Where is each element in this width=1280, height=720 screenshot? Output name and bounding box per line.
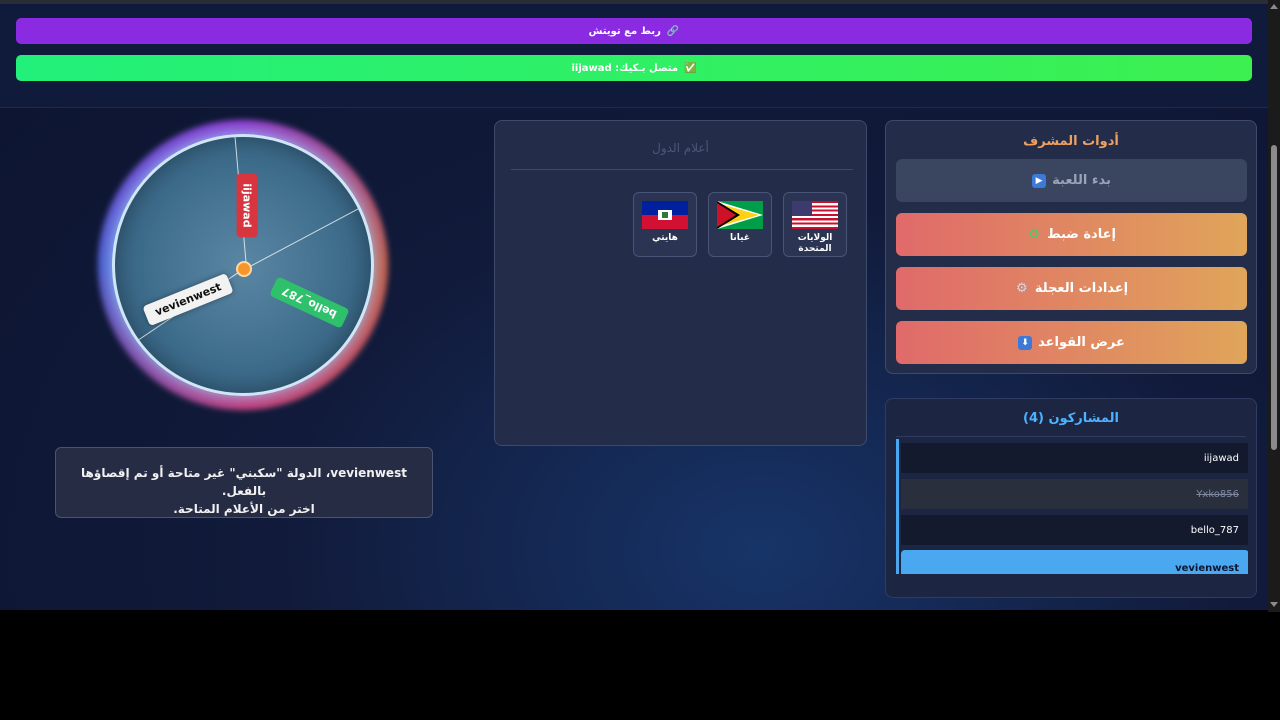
play-icon: ▶ [1032,173,1047,188]
status-message: vevienwest، الدولة "سكبني" غير متاحة أو … [55,447,433,518]
flags-panel: أعلام الدول الولايات المتحدة غيانا هايتي [494,120,867,446]
list-item[interactable]: Yxko856 [901,479,1248,509]
app-window: 🔗 ربط مع تويتش ✅ متصل بـكيك: iijawad iij… [0,0,1268,610]
wheel-settings-label: إعدادات العجلة [1034,281,1129,296]
participants-title: المشاركون (4) [1023,411,1119,426]
twitch-connect-button[interactable]: 🔗 ربط مع تويتش [16,18,1252,44]
wheel-hub [236,261,252,277]
show-rules-label: عرض القواعد [1038,335,1125,350]
wheel-entry: vevienwest [142,272,234,327]
start-game-button[interactable]: بدء اللعبة ▶ [896,159,1247,202]
divider [511,169,853,170]
gear-icon: ⚙ [1016,280,1028,296]
list-item[interactable]: vevienwest [901,550,1248,574]
wheel-entry: iijawad [236,173,258,238]
status-message-line2: اختر من الأعلام المتاحة. [173,502,315,516]
flag-card-guyana[interactable]: غيانا [708,192,772,257]
spin-wheel[interactable]: iijawad bello_787 vevienwest [90,108,400,418]
scrollbar-thumb[interactable] [1271,145,1277,450]
flags-title: أعلام الدول [652,141,709,155]
down-arrow-icon: ⬇ [1018,335,1033,350]
moderator-tools-title: أدوات المشرف [1023,134,1119,149]
check-icon: ✅ [684,62,697,74]
flag-card-usa[interactable]: الولايات المتحدة [783,192,847,257]
haiti-flag-icon [642,201,688,229]
scroll-down-arrow-icon[interactable] [1270,602,1278,607]
flag-name: غيانا [730,233,750,243]
flag-name: الولايات المتحدة [797,233,833,254]
moderator-tools-panel: أدوات المشرف بدء اللعبة ▶ إعادة ضبط ♻ إع… [885,120,1257,374]
recycle-icon: ♻ [1028,226,1040,242]
flag-name: هايتي [652,233,678,243]
participants-list[interactable]: iijawad Yxko856 bello_787 vevienwest [896,439,1248,574]
participants-panel: المشاركون (4) iijawad Yxko856 bello_787 … [885,398,1257,598]
wheel-settings-button[interactable]: إعدادات العجلة ⚙ [896,267,1247,310]
us-flag-icon [792,201,838,229]
wheel-disc[interactable]: iijawad bello_787 vevienwest [112,134,374,396]
header: 🔗 ربط مع تويتش ✅ متصل بـكيك: iijawad [0,4,1268,108]
connection-status-label: متصل بـكيك: iijawad [571,62,679,74]
scroll-up-arrow-icon[interactable] [1270,4,1278,9]
twitch-connect-label: ربط مع تويتش [588,25,661,37]
guyana-flag-icon [717,201,763,229]
reset-label: إعادة ضبط [1047,227,1116,242]
flag-card-haiti[interactable]: هايتي [633,192,697,257]
divider [896,436,1246,437]
status-message-line1: vevienwest، الدولة "سكبني" غير متاحة أو … [81,466,407,498]
link-icon: 🔗 [666,25,680,37]
connection-status-bar: ✅ متصل بـكيك: iijawad [16,55,1252,81]
list-item[interactable]: iijawad [901,443,1248,473]
start-game-label: بدء اللعبة [1052,173,1111,188]
reset-button[interactable]: إعادة ضبط ♻ [896,213,1247,256]
wheel-entry: bello_787 [269,276,350,329]
page-scrollbar[interactable] [1268,0,1280,612]
show-rules-button[interactable]: عرض القواعد ⬇ [896,321,1247,364]
list-item[interactable]: bello_787 [901,515,1248,545]
wheel-spoke [246,202,371,269]
